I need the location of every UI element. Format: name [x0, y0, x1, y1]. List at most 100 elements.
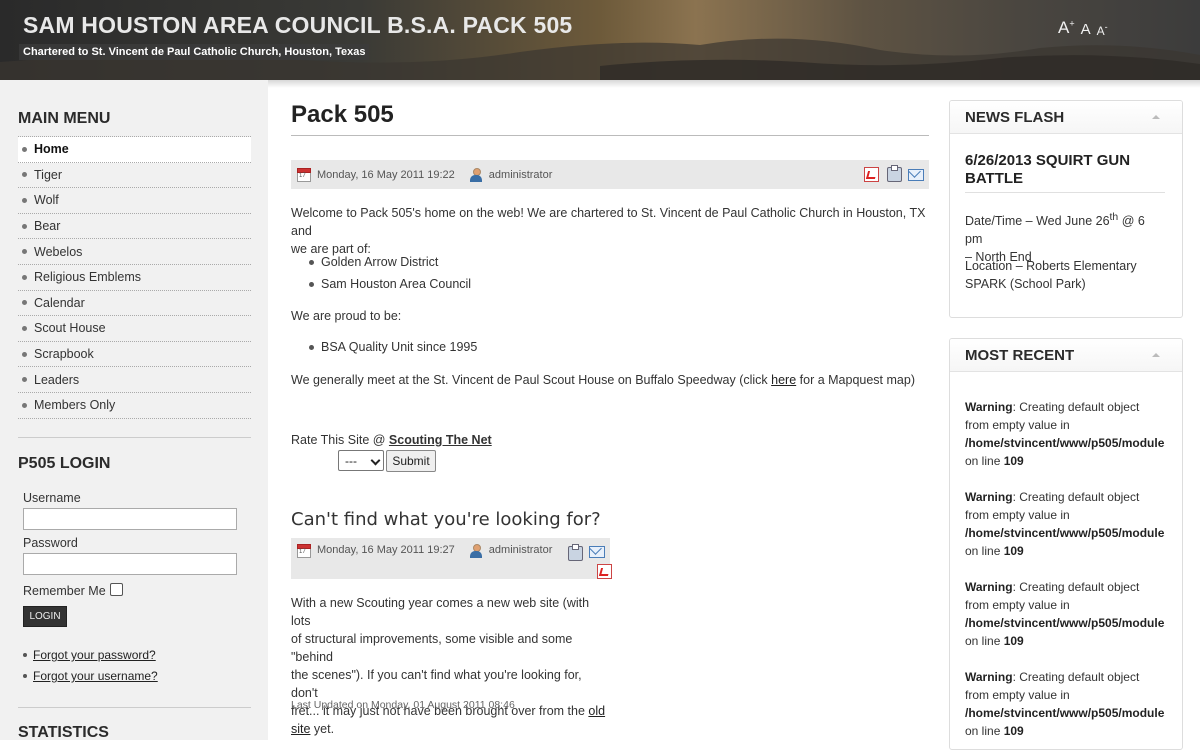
meeting-prefix: We generally meet at the St. Vincent de …	[291, 373, 772, 387]
bullet-icon	[22, 197, 27, 203]
warning-text: from empty value in	[965, 508, 1070, 522]
warning-line-number: 109	[1003, 454, 1024, 468]
email-icon[interactable]	[589, 546, 605, 558]
warning-message: Warning: Creating default object from em…	[965, 578, 1165, 650]
news-location: Location – Roberts Elementary SPARK (Sch…	[965, 257, 1165, 293]
list-item: Sam Houston Area Council	[309, 277, 471, 291]
meeting-suffix: for a Mapquest map)	[796, 373, 915, 387]
warning-text: : Creating default object	[1012, 670, 1140, 684]
calendar-icon	[297, 544, 311, 558]
rating-submit-button[interactable]: Submit	[386, 450, 436, 472]
article2-line: of structural improvements, some visible…	[291, 632, 573, 664]
bullet-icon	[22, 300, 27, 306]
menu-item-label: Leaders	[34, 372, 80, 387]
warning-line-prefix: on line	[965, 544, 1004, 558]
font-bigger-button[interactable]: A+	[1058, 18, 1075, 38]
rate-prefix: Rate This Site @	[291, 433, 389, 447]
font-bigger-sup: +	[1069, 18, 1075, 29]
news-datetime-prefix: Date/Time – Wed June 26	[965, 214, 1110, 229]
old-site-link[interactable]: old	[588, 704, 605, 718]
bullet-icon	[22, 249, 27, 255]
menu-item-webelos[interactable]: Webelos	[18, 239, 251, 265]
old-site-link[interactable]: site	[291, 722, 310, 736]
login-button[interactable]: LOGIN	[23, 606, 67, 627]
scouting-the-net-link[interactable]: Scouting The Net	[389, 433, 492, 447]
warning-path: /home/stvincent/www/p505/modules	[965, 616, 1165, 630]
menu-item-scout-house[interactable]: Scout House	[18, 316, 251, 342]
menu-item-leaders[interactable]: Leaders	[18, 367, 251, 393]
page-title: Pack 505	[291, 101, 394, 128]
news-location-line2: SPARK (School Park)	[965, 277, 1086, 291]
news-flash-header[interactable]: NEWS FLASH	[950, 101, 1182, 134]
list-item-text: Golden Arrow District	[321, 255, 439, 269]
login-title: P505 LOGIN	[18, 455, 111, 472]
menu-item-wolf[interactable]: Wolf	[18, 188, 251, 214]
username-label: Username	[23, 491, 81, 505]
font-bigger-label: A	[1058, 18, 1070, 37]
warning-message: Warning: Creating default object from em…	[965, 398, 1165, 470]
news-divider	[965, 192, 1165, 193]
menu-item-label: Calendar	[34, 295, 85, 310]
warning-text: from empty value in	[965, 598, 1070, 612]
forgot-password-link[interactable]: Forgot your password?	[33, 648, 156, 662]
remember-me-checkbox[interactable]	[110, 583, 123, 596]
sidebar-divider	[18, 707, 251, 708]
print-icon[interactable]	[568, 544, 583, 561]
remember-me-label: Remember Me	[23, 584, 106, 598]
bullet-icon	[309, 281, 314, 287]
font-size-controls: A+ A A-	[1058, 18, 1108, 38]
menu-item-label: Religious Emblems	[34, 270, 141, 285]
bullet-icon	[22, 351, 27, 357]
forgot-username-link[interactable]: Forgot your username?	[33, 669, 158, 683]
menu-item-members-only[interactable]: Members Only	[18, 393, 251, 419]
proud-text: We are proud to be:	[291, 309, 402, 323]
font-smaller-button[interactable]: A-	[1097, 22, 1108, 38]
last-updated: Last Updated on Monday, 01 August 2011 0…	[291, 699, 515, 711]
font-smaller-label: A	[1096, 24, 1105, 38]
warning-text: : Creating default object	[1012, 490, 1140, 504]
author-icon	[469, 544, 483, 558]
meeting-text: We generally meet at the St. Vincent de …	[291, 371, 915, 389]
bullet-icon	[309, 344, 314, 350]
email-icon[interactable]	[908, 168, 924, 181]
font-reset-button[interactable]: A	[1081, 21, 1091, 38]
collapse-icon[interactable]	[1152, 353, 1160, 357]
menu-item-label: Home	[34, 142, 69, 157]
menu-item-scrapbook[interactable]: Scrapbook	[18, 342, 251, 368]
warning-path: /home/stvincent/www/p505/modules	[965, 706, 1165, 720]
collapse-icon[interactable]	[1152, 115, 1160, 119]
menu-item-label: Scrapbook	[34, 347, 94, 362]
menu-item-home[interactable]: Home	[18, 137, 251, 163]
pdf-icon[interactable]	[864, 167, 879, 182]
chevron-down-icon	[370, 455, 381, 466]
article-intro: Welcome to Pack 505's home on the web! W…	[291, 204, 931, 258]
username-input[interactable]	[23, 508, 237, 530]
rating-select[interactable]: ---	[338, 450, 384, 471]
pdf-icon[interactable]	[597, 564, 612, 579]
warning-label: Warning	[965, 670, 1013, 684]
bullet-icon	[23, 653, 27, 657]
warning-message: Warning: Creating default object from em…	[965, 488, 1165, 560]
warning-line-prefix: on line	[965, 634, 1004, 648]
site-header: SAM HOUSTON AREA COUNCIL B.S.A. PACK 505…	[0, 0, 1200, 80]
news-datetime-sup: th	[1109, 212, 1119, 223]
menu-item-label: Members Only	[34, 398, 116, 413]
password-input[interactable]	[23, 553, 237, 575]
news-location-line1: Location – Roberts Elementary	[965, 259, 1137, 273]
bullet-icon	[22, 172, 27, 178]
most-recent-header[interactable]: MOST RECENT	[950, 339, 1182, 372]
warning-line-number: 109	[1003, 544, 1024, 558]
menu-item-bear[interactable]: Bear	[18, 214, 251, 240]
print-icon[interactable]	[887, 165, 902, 182]
menu-item-calendar[interactable]: Calendar	[18, 291, 251, 317]
rate-site: Rate This Site @ Scouting The Net	[291, 433, 492, 447]
menu-item-label: Bear	[34, 219, 61, 234]
intro-line-1: Welcome to Pack 505's home on the web! W…	[291, 206, 926, 238]
menu-item-label: Webelos	[34, 244, 83, 259]
list-item-text: Sam Houston Area Council	[321, 277, 472, 291]
menu-item-religious-emblems[interactable]: Religious Emblems	[18, 265, 251, 291]
article2-line-suffix: yet.	[310, 722, 335, 736]
menu-item-tiger[interactable]: Tiger	[18, 163, 251, 189]
mapquest-link[interactable]: here	[771, 373, 796, 387]
warning-text: from empty value in	[965, 418, 1070, 432]
